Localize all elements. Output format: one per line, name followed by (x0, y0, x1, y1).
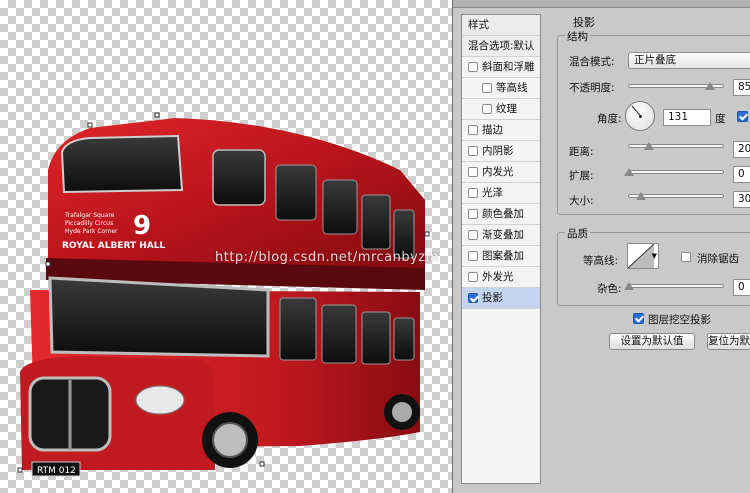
structure-label: 结构 (565, 29, 590, 44)
style-item-checkbox[interactable] (468, 293, 478, 303)
style-item-checkbox[interactable] (468, 230, 478, 240)
distance-input[interactable]: 20 (733, 141, 750, 158)
bus-route-number: 9 (133, 211, 151, 241)
angle-dial[interactable] (625, 101, 655, 131)
style-item-label: 等高线 (496, 82, 528, 94)
noise-slider-thumb[interactable] (624, 282, 634, 290)
style-item-9[interactable]: 图案叠加 (462, 246, 540, 267)
set-default-button[interactable]: 设置为默认值 (609, 333, 695, 350)
size-input[interactable]: 30 (733, 191, 750, 208)
style-item-checkbox[interactable] (468, 209, 478, 219)
angle-input[interactable]: 131 (663, 109, 711, 126)
style-item-label: 纹理 (496, 103, 517, 115)
knockout-label: 图层挖空投影 (648, 314, 711, 326)
angle-unit: 度 (715, 113, 726, 125)
style-item-8[interactable]: 渐变叠加 (462, 225, 540, 246)
style-item-0[interactable]: 斜面和浮雕 (462, 57, 540, 78)
bus-destination-1: Trafalgar Square (64, 212, 115, 219)
reset-default-button[interactable]: 复位为默认值 (707, 333, 750, 350)
noise-input[interactable]: 0 (733, 279, 750, 296)
style-item-label: 图案叠加 (482, 250, 524, 262)
antialias-label: 消除锯齿 (697, 253, 739, 265)
style-list: 样式 混合选项:默认 斜面和浮雕等高线纹理描边内阴影内发光光泽颜色叠加渐变叠加图… (461, 14, 541, 484)
angle-label: 角度: (597, 113, 622, 125)
style-item-label: 投影 (482, 292, 503, 304)
layer-style-dialog: 样式 混合选项:默认 斜面和浮雕等高线纹理描边内阴影内发光光泽颜色叠加渐变叠加图… (452, 0, 750, 493)
style-item-2[interactable]: 纹理 (462, 99, 540, 120)
contour-picker[interactable]: ▼ (627, 243, 659, 269)
opacity-input[interactable]: 85 (733, 79, 750, 96)
style-item-checkbox[interactable] (468, 272, 478, 282)
quality-label: 品质 (565, 226, 590, 241)
drop-shadow-title: 投影 (573, 16, 595, 29)
distance-slider[interactable] (628, 144, 724, 148)
style-item-checkbox[interactable] (482, 83, 492, 93)
style-item-label: 内发光 (482, 166, 514, 178)
noise-label: 杂色: (597, 283, 622, 295)
blend-options-item[interactable]: 混合选项:默认 (462, 36, 540, 57)
style-item-label: 渐变叠加 (482, 229, 524, 241)
style-item-checkbox[interactable] (468, 125, 478, 135)
style-item-4[interactable]: 内阴影 (462, 141, 540, 162)
style-item-label: 颜色叠加 (482, 208, 524, 220)
bus-image: Trafalgar Square Piccadilly Circus Hyde … (17, 112, 430, 477)
knockout-checkbox[interactable] (633, 313, 644, 324)
style-item-checkbox[interactable] (468, 167, 478, 177)
style-item-checkbox[interactable] (482, 104, 492, 114)
blend-mode-value: 正片叠底 (634, 54, 676, 66)
bus-plate: RTM 012 (37, 466, 76, 476)
opacity-slider-thumb[interactable] (704, 82, 715, 90)
spread-label: 扩展: (569, 170, 594, 182)
noise-slider[interactable] (628, 284, 724, 288)
style-list-header[interactable]: 样式 (462, 15, 540, 36)
spread-slider-thumb[interactable] (624, 168, 634, 176)
style-item-label: 外发光 (482, 271, 514, 283)
spread-slider[interactable] (628, 170, 724, 174)
style-item-label: 斜面和浮雕 (482, 61, 535, 73)
dialog-titlebar (453, 0, 750, 8)
size-slider-thumb[interactable] (636, 192, 646, 200)
contour-dropdown-icon: ▼ (651, 252, 657, 260)
style-item-3[interactable]: 描边 (462, 120, 540, 141)
style-item-6[interactable]: 光泽 (462, 183, 540, 204)
bus-destination-2: Piccadilly Circus (65, 220, 113, 227)
distance-label: 距离: (569, 146, 594, 158)
contour-label: 等高线: (583, 255, 619, 267)
style-item-checkbox[interactable] (468, 251, 478, 261)
style-item-checkbox[interactable] (468, 146, 478, 156)
global-light-checkbox[interactable] (737, 111, 748, 122)
blend-mode-label: 混合模式: (569, 56, 615, 68)
antialias-checkbox[interactable] (681, 252, 691, 262)
style-item-label: 光泽 (482, 187, 503, 199)
watermark: http://blog.csdn.net/mrcanbyzm (215, 250, 439, 265)
style-item-10[interactable]: 外发光 (462, 267, 540, 288)
style-item-11[interactable]: 投影 (462, 288, 540, 309)
document-canvas[interactable]: Trafalgar Square Piccadilly Circus Hyde … (0, 0, 452, 493)
style-item-5[interactable]: 内发光 (462, 162, 540, 183)
style-item-1[interactable]: 等高线 (462, 78, 540, 99)
opacity-label: 不透明度: (569, 82, 615, 94)
bus-destination-3: Hyde Park Corner (65, 228, 118, 235)
style-item-7[interactable]: 颜色叠加 (462, 204, 540, 225)
blend-mode-select[interactable]: 正片叠底 ▲▼ (628, 52, 750, 69)
style-item-checkbox[interactable] (468, 62, 478, 72)
style-item-label: 描边 (482, 124, 503, 136)
size-label: 大小: (569, 195, 594, 207)
bus-ad-text: ROYAL ALBERT HALL (62, 241, 165, 251)
spread-input[interactable]: 0 (733, 166, 750, 183)
style-item-checkbox[interactable] (468, 188, 478, 198)
style-item-label: 内阴影 (482, 145, 514, 157)
distance-slider-thumb[interactable] (644, 142, 654, 150)
